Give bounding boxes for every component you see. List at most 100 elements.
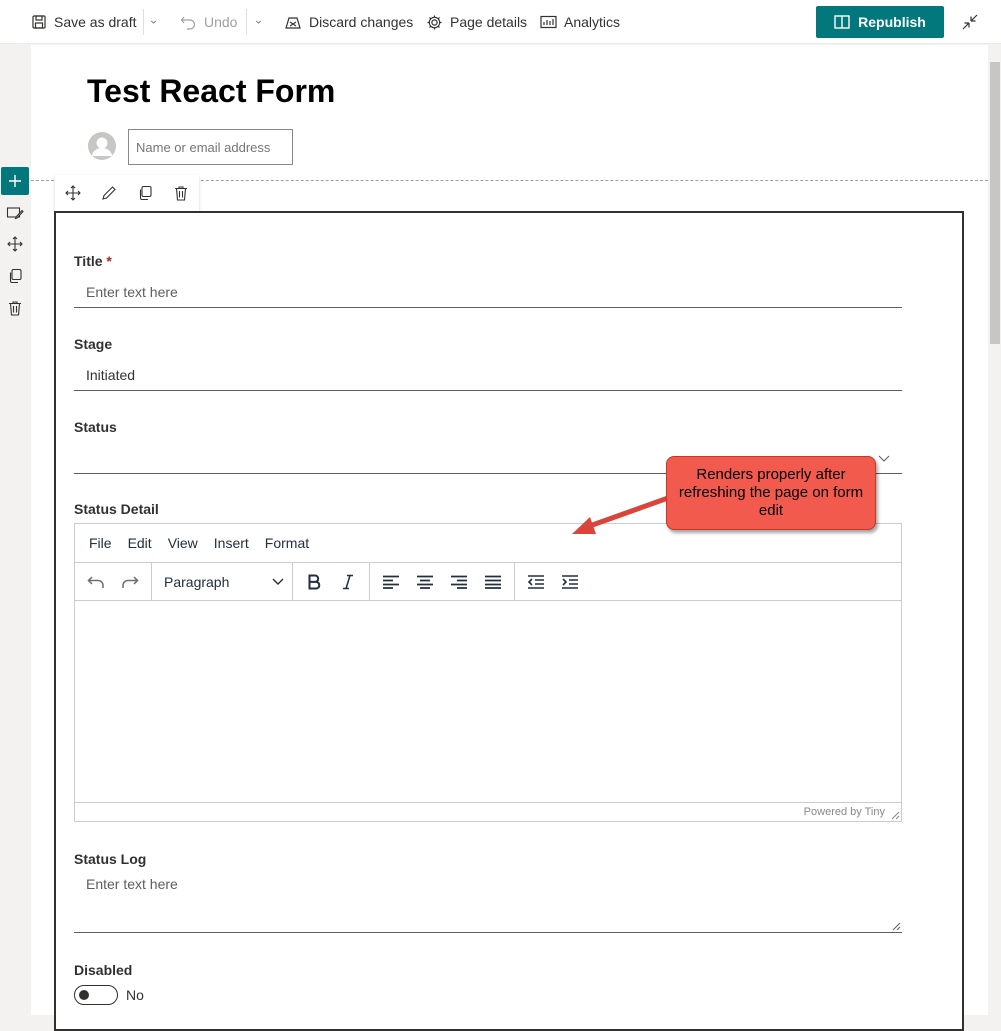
collapse-button[interactable]: [952, 0, 988, 44]
undo-icon: [180, 16, 196, 30]
align-center-icon: [417, 575, 433, 589]
history-group: [75, 562, 152, 601]
menu-edit[interactable]: Edit: [128, 535, 152, 551]
page-title[interactable]: Test React Form: [87, 73, 335, 110]
justify-button[interactable]: [476, 563, 510, 601]
trash-icon: [9, 301, 21, 316]
status-log-label: Status Log: [74, 851, 147, 867]
title-placeholder: Enter text here: [86, 284, 178, 300]
disabled-label: Disabled: [74, 962, 133, 978]
divider: [246, 9, 247, 35]
align-left-icon: [383, 575, 399, 589]
menu-view[interactable]: View: [168, 535, 198, 551]
webpart-toolbar: [55, 175, 199, 211]
block-group: Paragraph: [152, 562, 293, 601]
callout-arrow: [572, 495, 671, 534]
menu-insert[interactable]: Insert: [214, 535, 249, 551]
block-format-select[interactable]: Paragraph: [156, 563, 288, 601]
form-webpart: Title * Enter text here Stage Initiated …: [54, 211, 964, 1031]
edit-section-button[interactable]: [5, 203, 25, 223]
redo-button[interactable]: [113, 563, 147, 601]
trash-icon: [175, 186, 187, 201]
chevron-down-icon: [878, 455, 890, 462]
analytics-icon: [540, 15, 557, 28]
annotation-callout: Renders properly after refreshing the pa…: [666, 456, 876, 530]
align-right-icon: [451, 575, 467, 589]
title-label-text: Title: [74, 253, 103, 269]
delete-section-button[interactable]: [5, 298, 25, 318]
menu-file[interactable]: File: [89, 535, 112, 551]
author-input[interactable]: [128, 129, 293, 165]
add-section-button[interactable]: [1, 167, 29, 195]
resize-handle-icon[interactable]: [890, 810, 900, 820]
delete-webpart-button[interactable]: [163, 175, 199, 211]
alignment-group: [370, 562, 515, 601]
copy-icon: [9, 268, 22, 284]
move-webpart-button[interactable]: [55, 175, 91, 211]
page-details-label: Page details: [450, 14, 528, 30]
edit-webpart-button[interactable]: [91, 175, 127, 211]
command-bar: Save as draft Undo Discard changes Page …: [0, 0, 1001, 44]
justify-icon: [485, 575, 501, 589]
italic-button[interactable]: [331, 563, 365, 601]
save-draft-button[interactable]: Save as draft: [31, 0, 137, 44]
formatting-group: [293, 562, 370, 601]
analytics-button[interactable]: Analytics: [540, 0, 620, 44]
title-field-label: Title *: [74, 253, 112, 269]
chevron-down-icon: [255, 20, 262, 24]
chevron-down-icon: [272, 578, 284, 585]
indent-icon: [562, 574, 578, 589]
status-detail-label: Status Detail: [74, 501, 159, 517]
stage-label: Stage: [74, 336, 113, 352]
title-input[interactable]: Enter text here: [74, 277, 902, 308]
redo-icon: [122, 575, 139, 588]
outdent-button[interactable]: [519, 563, 553, 601]
editor-content-area[interactable]: [75, 601, 901, 803]
align-left-button[interactable]: [374, 563, 408, 601]
avatar: [87, 131, 117, 166]
block-format-value: Paragraph: [164, 573, 230, 590]
page-details-button[interactable]: Page details: [426, 0, 527, 44]
analytics-label: Analytics: [564, 14, 621, 30]
annotation-text: Renders properly after refreshing the pa…: [678, 466, 864, 519]
align-right-button[interactable]: [442, 563, 476, 601]
menu-format[interactable]: Format: [265, 535, 309, 551]
align-center-button[interactable]: [408, 563, 442, 601]
undo-options-dropdown[interactable]: [255, 0, 269, 44]
gear-icon: [427, 15, 442, 29]
scrollbar-thumb[interactable]: [990, 62, 1000, 344]
indent-group: [515, 563, 591, 601]
editor-toolbar: Paragraph: [75, 562, 901, 601]
required-mark: *: [106, 253, 112, 269]
powered-by-link[interactable]: Powered by Tiny: [804, 806, 885, 818]
undo-button[interactable]: [79, 563, 113, 601]
discard-changes-button[interactable]: Discard changes: [284, 0, 413, 44]
save-options-dropdown[interactable]: [150, 0, 164, 44]
undo-label: Undo: [204, 14, 238, 30]
editor-statusbar: Powered by Tiny: [75, 802, 901, 821]
edit-section-icon: [6, 207, 24, 220]
save-draft-label: Save as draft: [54, 14, 137, 30]
save-icon: [32, 15, 46, 29]
stage-input[interactable]: Initiated: [74, 360, 902, 391]
discard-icon: [285, 17, 301, 29]
outdent-icon: [527, 574, 544, 589]
copy-icon: [139, 185, 152, 201]
page-canvas: Test React Form Title * Enter text here …: [31, 45, 988, 1031]
person-icon: [88, 132, 116, 160]
divider: [143, 9, 144, 35]
resize-handle-icon[interactable]: [892, 922, 901, 931]
bold-button[interactable]: [297, 563, 331, 601]
status-label: Status: [74, 419, 117, 435]
collapse-icon: [962, 14, 978, 30]
move-section-button[interactable]: [5, 234, 25, 254]
undo-icon: [87, 575, 104, 588]
republish-button[interactable]: Republish: [816, 6, 944, 38]
indent-button[interactable]: [553, 563, 587, 601]
duplicate-webpart-button[interactable]: [127, 175, 163, 211]
move-icon: [7, 236, 23, 252]
duplicate-section-button[interactable]: [5, 266, 25, 286]
status-log-textarea[interactable]: Enter text here: [74, 867, 902, 933]
undo-button[interactable]: Undo: [180, 0, 237, 44]
disabled-toggle[interactable]: [74, 985, 118, 1005]
